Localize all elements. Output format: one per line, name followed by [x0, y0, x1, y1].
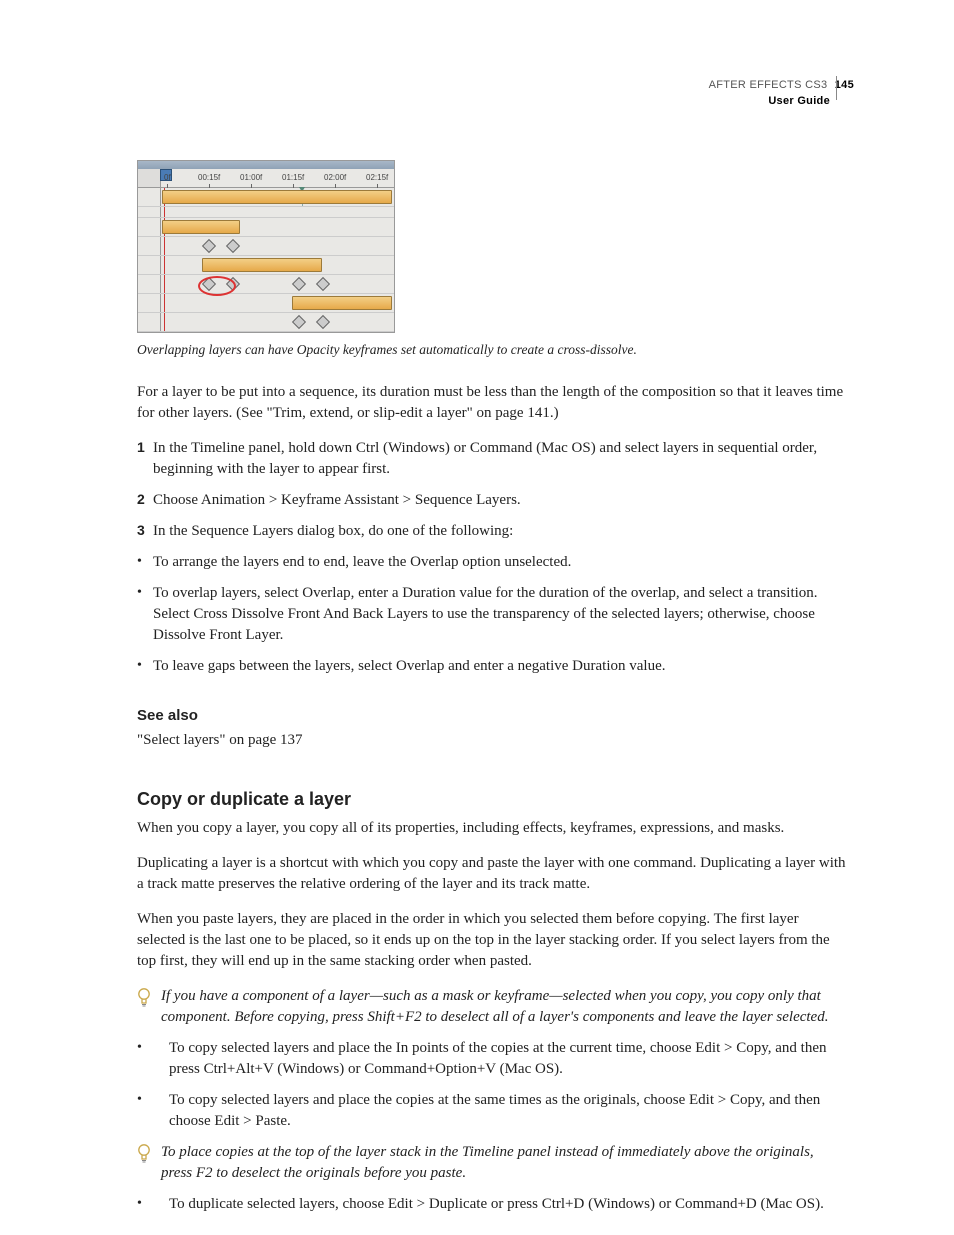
step-number: 1	[137, 438, 153, 480]
bullet-marker-icon: •	[137, 656, 153, 677]
timeline-panel: 0f 00:15f 01:00f 01:15f 02:00f 02:15f	[137, 160, 395, 333]
bullet-item: • To arrange the layers end to end, leav…	[137, 552, 847, 573]
page: AFTER EFFECTS CS3 145 User Guide 0f 00:1…	[0, 0, 954, 1235]
bullet-text: To overlap layers, select Overlap, enter…	[153, 583, 847, 646]
ruler-tick: 00:15f	[198, 172, 220, 188]
bullet-text: To leave gaps between the layers, select…	[153, 656, 847, 677]
body-paragraph: When you copy a layer, you copy all of i…	[137, 818, 847, 839]
bullet-marker-icon: •	[137, 1038, 153, 1080]
body-paragraph: For a layer to be put into a sequence, i…	[137, 382, 847, 424]
bullet-marker-icon: •	[137, 583, 153, 646]
figure-caption: Overlapping layers can have Opacity keyf…	[137, 341, 847, 360]
tip-text: If you have a component of a layer—such …	[161, 986, 847, 1028]
ruler-tick: 02:15f	[366, 172, 388, 188]
step-text: In the Timeline panel, hold down Ctrl (W…	[153, 438, 847, 480]
bullet-text: To copy selected layers and place the co…	[153, 1090, 847, 1132]
bullet-item: • To leave gaps between the layers, sele…	[137, 656, 847, 677]
step-number: 3	[137, 521, 153, 542]
bullet-item: • To copy selected layers and place the …	[137, 1038, 847, 1080]
see-also-link: "Select layers" on page 137	[137, 730, 847, 751]
doc-type: User Guide	[709, 94, 854, 109]
ruler-tick: 0f	[164, 172, 171, 188]
bullet-text: To copy selected layers and place the In…	[153, 1038, 847, 1080]
step-number: 2	[137, 490, 153, 511]
lightbulb-icon	[137, 1142, 161, 1184]
body-paragraph: Duplicating a layer is a shortcut with w…	[137, 853, 847, 895]
step-text: Choose Animation > Keyframe Assistant > …	[153, 490, 847, 511]
bullet-marker-icon: •	[137, 552, 153, 573]
bullet-item: • To copy selected layers and place the …	[137, 1090, 847, 1132]
content: 0f 00:15f 01:00f 01:15f 02:00f 02:15f	[137, 160, 847, 1215]
tip-note: If you have a component of a layer—such …	[137, 986, 847, 1028]
tip-note: To place copies at the top of the layer …	[137, 1142, 847, 1184]
ruler-tick: 01:00f	[240, 172, 262, 188]
bullet-text: To arrange the layers end to end, leave …	[153, 552, 847, 573]
body-paragraph: When you paste layers, they are placed i…	[137, 909, 847, 972]
bullet-item: • To duplicate selected layers, choose E…	[137, 1194, 847, 1215]
product-name: AFTER EFFECTS CS3	[709, 79, 828, 91]
ruler-tick: 01:15f	[282, 172, 304, 188]
tip-text: To place copies at the top of the layer …	[161, 1142, 847, 1184]
ruler-tick: 02:00f	[324, 172, 346, 188]
bullet-marker-icon: •	[137, 1194, 153, 1215]
step-text: In the Sequence Layers dialog box, do on…	[153, 521, 847, 542]
see-also-heading: See also	[137, 705, 847, 726]
step-item: 3 In the Sequence Layers dialog box, do …	[137, 521, 847, 542]
annotation-circle-icon	[198, 276, 236, 296]
lightbulb-icon	[137, 986, 161, 1028]
timeline-figure: 0f 00:15f 01:00f 01:15f 02:00f 02:15f	[137, 160, 847, 360]
bullet-text: To duplicate selected layers, choose Edi…	[153, 1194, 847, 1215]
page-number: 145	[831, 79, 854, 91]
step-item: 1 In the Timeline panel, hold down Ctrl …	[137, 438, 847, 480]
bullet-marker-icon: •	[137, 1090, 153, 1132]
running-header: AFTER EFFECTS CS3 145 User Guide	[709, 78, 854, 110]
topic-heading: Copy or duplicate a layer	[137, 787, 847, 812]
header-separator	[836, 76, 837, 100]
bullet-item: • To overlap layers, select Overlap, ent…	[137, 583, 847, 646]
step-item: 2 Choose Animation > Keyframe Assistant …	[137, 490, 847, 511]
